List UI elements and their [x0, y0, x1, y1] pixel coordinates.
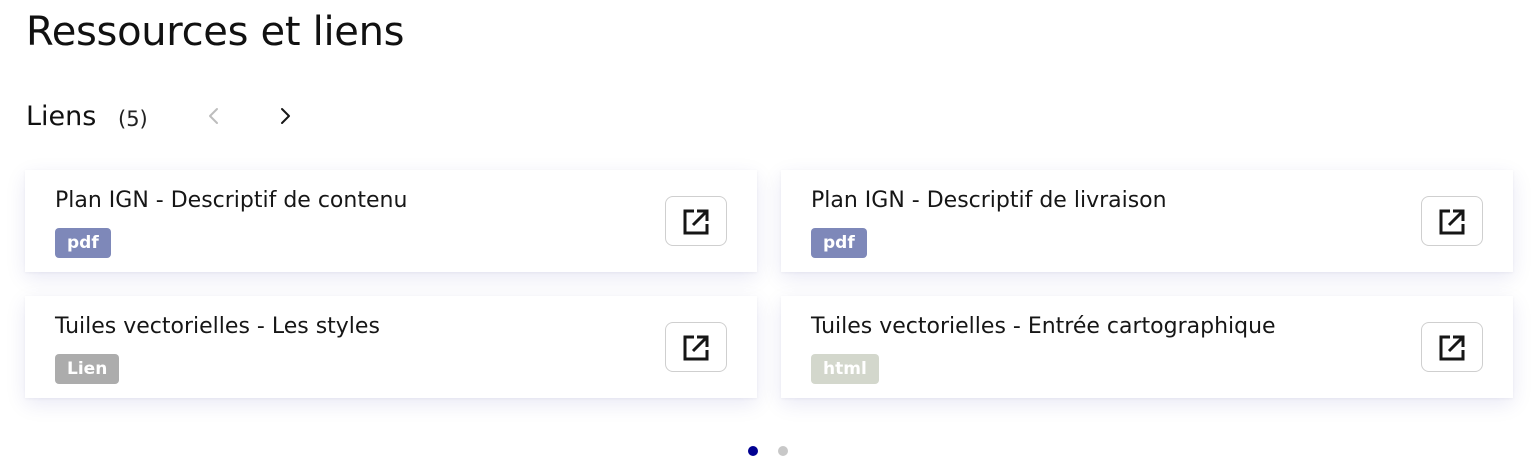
section-title: Liens	[26, 101, 97, 132]
chevron-left-icon	[209, 108, 218, 124]
link-title: Tuiles vectorielles - Entrée cartographi…	[811, 314, 1276, 339]
carousel-pagination	[744, 441, 804, 461]
open-link-button[interactable]	[1421, 196, 1483, 246]
format-badge: pdf	[55, 228, 111, 258]
format-badge: pdf	[811, 228, 867, 258]
links-count: (5)	[118, 107, 148, 131]
link-card: Plan IGN - Descriptif de contenu pdf	[25, 170, 757, 272]
chevron-right-icon	[281, 108, 290, 124]
link-card: Plan IGN - Descriptif de livraison pdf	[781, 170, 1513, 272]
external-link-icon	[1439, 209, 1465, 235]
open-link-button[interactable]	[1421, 322, 1483, 372]
pagination-dot[interactable]	[778, 446, 788, 456]
next-button[interactable]	[269, 100, 301, 132]
open-link-button[interactable]	[665, 322, 727, 372]
format-badge: html	[811, 354, 879, 384]
previous-button[interactable]	[198, 100, 230, 132]
link-title: Plan IGN - Descriptif de livraison	[811, 188, 1167, 213]
link-title: Tuiles vectorielles - Les styles	[55, 314, 380, 339]
external-link-icon	[683, 335, 709, 361]
link-title: Plan IGN - Descriptif de contenu	[55, 188, 408, 213]
page-title: Ressources et liens	[26, 9, 405, 55]
open-link-button[interactable]	[665, 196, 727, 246]
pagination-dot[interactable]	[748, 446, 758, 456]
format-badge: Lien	[55, 354, 120, 384]
external-link-icon	[1439, 335, 1465, 361]
external-link-icon	[683, 209, 709, 235]
links-section-header: Liens (5)	[26, 96, 346, 140]
link-card: Tuiles vectorielles - Entrée cartographi…	[781, 296, 1513, 398]
link-card: Tuiles vectorielles - Les styles Lien	[25, 296, 757, 398]
